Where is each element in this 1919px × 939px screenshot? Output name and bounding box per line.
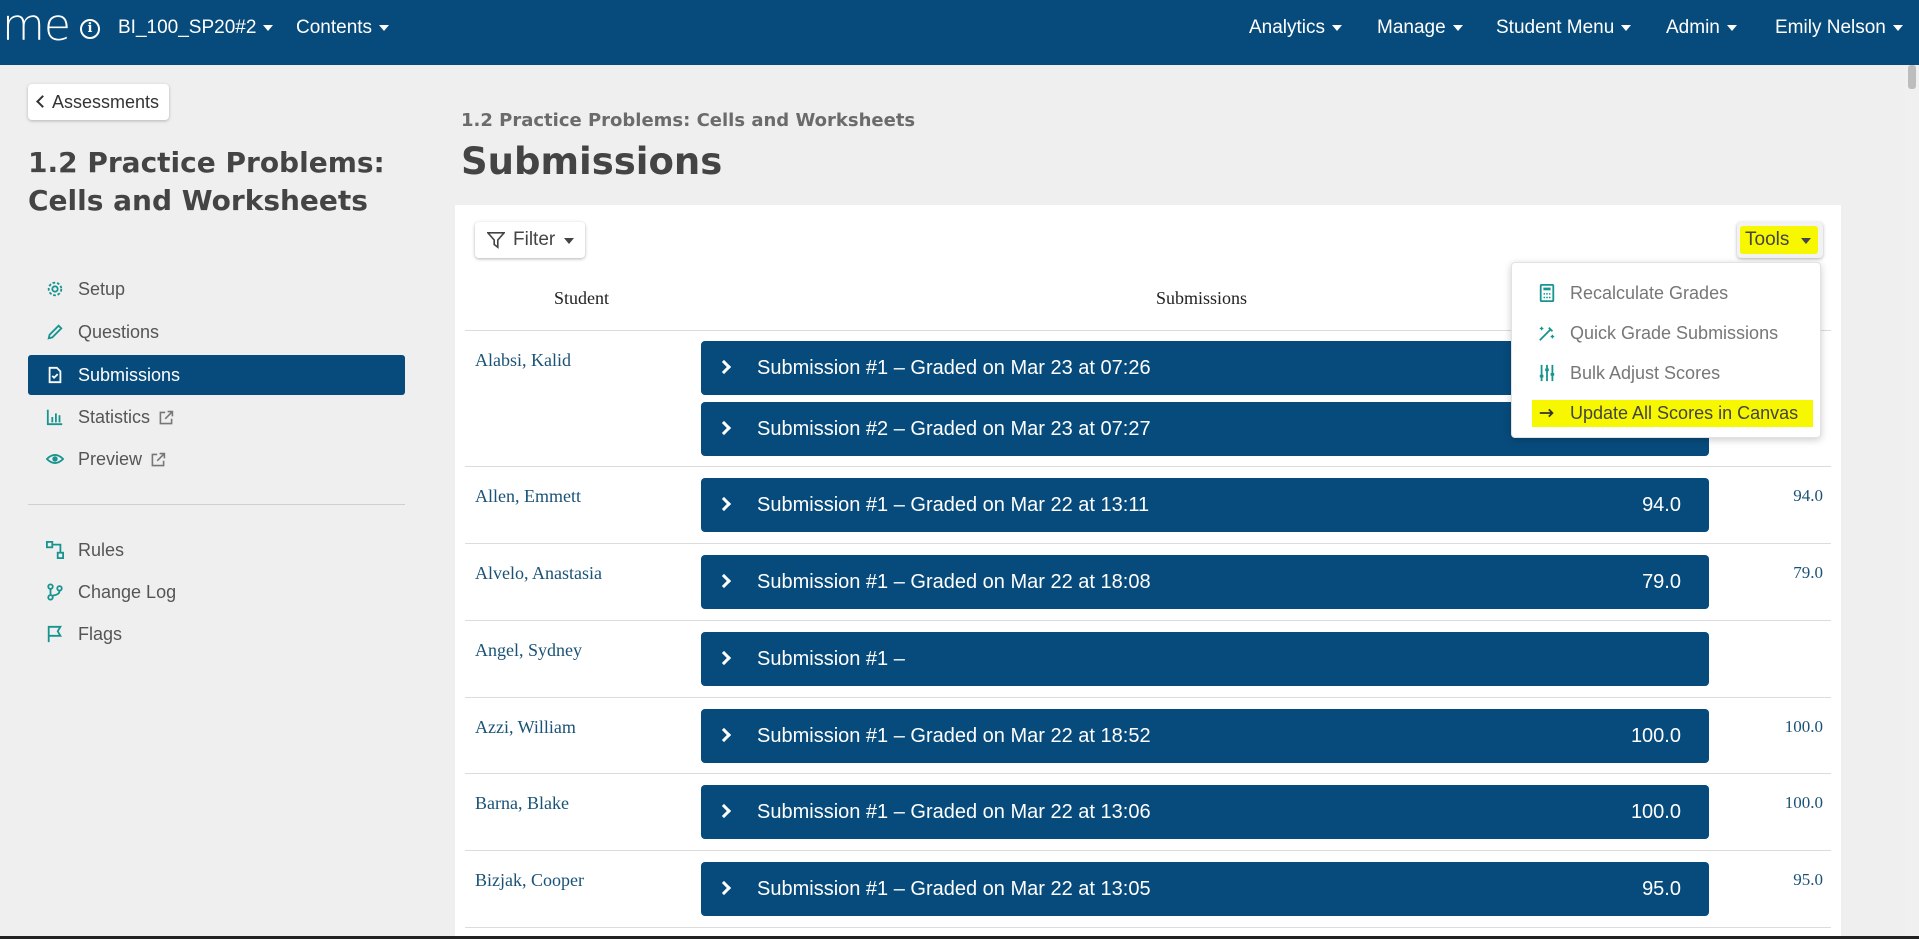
student-link[interactable]: Bizjak, Cooper: [475, 870, 584, 891]
student-menu-dropdown[interactable]: Student Menu: [1496, 0, 1632, 65]
sidebar-divider: [28, 504, 405, 505]
row-separator: [465, 773, 1831, 774]
eye-icon: [46, 454, 64, 464]
admin-dropdown[interactable]: Admin: [1666, 0, 1737, 65]
assessment-title: 1.2 Practice Problems: Cells and Workshe…: [28, 146, 385, 217]
caret-down-icon: [564, 238, 574, 244]
external-link-icon: [151, 453, 166, 467]
bar-chart-icon: [46, 409, 63, 426]
arrow-right-icon: [1539, 408, 1554, 418]
breadcrumb: 1.2 Practice Problems: Cells and Workshe…: [461, 110, 916, 131]
filter-icon: [487, 231, 505, 249]
student-link[interactable]: Allen, Emmett: [475, 486, 581, 507]
student-link[interactable]: Barna, Blake: [475, 793, 569, 814]
app-logo[interactable]: me: [2, 4, 71, 48]
flowchart-icon: [46, 541, 64, 559]
submission-bar[interactable]: Submission #1 – Graded on Mar 22 at 18:5…: [701, 709, 1709, 763]
chevron-right-icon: [716, 359, 732, 375]
row-separator: [465, 543, 1831, 544]
scrollbar-thumb[interactable]: [1908, 65, 1916, 89]
sidebar-item-preview[interactable]: Preview: [28, 439, 405, 479]
submission-bar[interactable]: Submission #1 – Graded on Mar 22 at 13:0…: [701, 785, 1709, 839]
student-link[interactable]: Alvelo, Anastasia: [475, 563, 602, 584]
row-separator: [465, 697, 1831, 698]
row-separator: [465, 620, 1831, 621]
page-title: Submissions: [461, 140, 723, 183]
filter-button[interactable]: Filter: [475, 222, 585, 258]
caret-down-icon: [379, 24, 390, 31]
back-to-assessments-button[interactable]: Assessments: [28, 84, 170, 120]
menu-item-bulk-adjust[interactable]: Bulk Adjust Scores: [1512, 353, 1822, 393]
sidebar-item-setup[interactable]: Setup: [28, 269, 405, 309]
row-separator: [465, 466, 1831, 467]
sidebar-item-submissions[interactable]: Submissions: [28, 355, 405, 395]
submission-bar[interactable]: Submission #1 – Graded on Mar 22 at 18:0…: [701, 555, 1709, 609]
branch-icon: [47, 583, 63, 601]
contents-dropdown[interactable]: Contents: [296, 0, 390, 65]
student-link[interactable]: Azzi, William: [475, 717, 576, 738]
top-navbar: me i BI_100_SP20#2 Contents Analytics Ma…: [0, 0, 1919, 65]
chevron-right-icon: [716, 496, 732, 512]
caret-down-icon: [1726, 24, 1737, 31]
chevron-right-icon: [716, 727, 732, 743]
caret-down-icon: [1332, 24, 1343, 31]
chevron-right-icon: [716, 420, 732, 436]
gear-icon: [47, 281, 63, 297]
final-score: 94.0: [1793, 486, 1823, 505]
caret-down-icon: [1892, 24, 1903, 31]
sidebar-item-change-log[interactable]: Change Log: [28, 572, 405, 612]
student-link[interactable]: Angel, Sydney: [475, 640, 582, 661]
sidebar-item-flags[interactable]: Flags: [28, 614, 405, 654]
submission-bar[interactable]: Submission #1 – Graded on Mar 22 at 13:0…: [701, 862, 1709, 916]
menu-item-quick-grade[interactable]: Quick Grade Submissions: [1512, 313, 1822, 353]
vertical-scrollbar[interactable]: [1905, 65, 1919, 939]
pencil-icon: [47, 324, 63, 340]
sidebar-item-statistics[interactable]: Statistics: [28, 397, 405, 437]
analytics-dropdown[interactable]: Analytics: [1249, 0, 1343, 65]
final-score: 95.0: [1793, 870, 1823, 889]
flag-icon: [47, 625, 62, 643]
final-score: 79.0: [1793, 563, 1823, 582]
caret-down-icon: [1621, 24, 1632, 31]
caret-down-icon: [1801, 238, 1811, 244]
user-dropdown[interactable]: Emily Nelson: [1775, 0, 1903, 65]
final-score: 100.0: [1784, 717, 1823, 736]
manage-dropdown[interactable]: Manage: [1377, 0, 1463, 65]
chevron-right-icon: [716, 573, 732, 589]
sliders-icon: [1539, 364, 1555, 382]
chevron-left-icon: [36, 95, 49, 108]
submission-bar[interactable]: Submission #1 – Graded on Mar 22 at 13:1…: [701, 478, 1709, 532]
column-header-student[interactable]: Student: [554, 288, 609, 309]
chevron-right-icon: [716, 650, 732, 666]
external-link-icon: [159, 411, 174, 425]
row-separator: [465, 927, 1831, 928]
sidebar-item-questions[interactable]: Questions: [28, 312, 405, 352]
column-header-submissions[interactable]: Submissions: [1156, 288, 1247, 309]
caret-down-icon: [1452, 24, 1463, 31]
caret-down-icon: [263, 24, 274, 31]
sidebar-item-rules[interactable]: Rules: [28, 530, 405, 570]
tools-dropdown-menu: Recalculate Grades Quick Grade Submissio…: [1511, 262, 1821, 438]
student-link[interactable]: Alabsi, Kalid: [475, 350, 571, 371]
chevron-right-icon: [716, 880, 732, 896]
info-icon[interactable]: i: [80, 19, 100, 39]
menu-item-recalculate-grades[interactable]: Recalculate Grades: [1512, 273, 1822, 313]
course-dropdown[interactable]: BI_100_SP20#2: [118, 0, 274, 65]
final-score: 100.0: [1784, 793, 1823, 812]
magic-wand-icon: [1539, 326, 1555, 341]
menu-item-update-canvas[interactable]: Update All Scores in Canvas: [1512, 393, 1822, 433]
row-separator: [465, 850, 1831, 851]
calculator-icon: [1539, 284, 1555, 302]
tools-button[interactable]: Tools: [1737, 222, 1823, 258]
chevron-right-icon: [716, 803, 732, 819]
submission-bar[interactable]: Submission #1 –: [701, 632, 1709, 686]
document-icon: [48, 366, 62, 384]
